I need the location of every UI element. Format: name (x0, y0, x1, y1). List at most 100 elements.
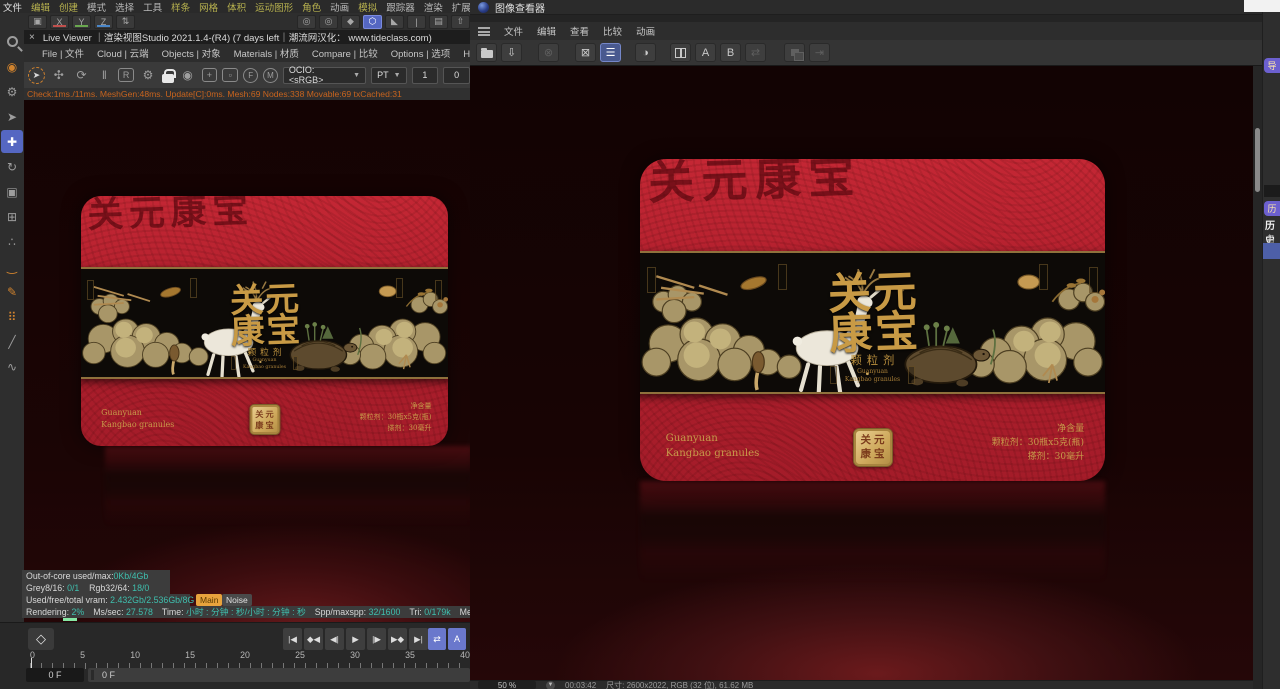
lock-resolution-icon[interactable] (161, 68, 176, 83)
zoom-tool-icon[interactable] (1, 30, 23, 53)
ocio-dropdown[interactable]: OCIO:<sRGB> ▼ (282, 65, 367, 85)
zoom-dropdown-icon[interactable]: ▼ (546, 680, 555, 689)
clear-cache-icon[interactable]: ⊠ (575, 43, 596, 62)
menu-character[interactable]: 角色 (302, 0, 321, 14)
coord-lock-icon[interactable]: ⇅ (116, 14, 135, 29)
hamburger-icon[interactable] (478, 26, 490, 36)
timeline-ruler[interactable]: 0 5 10 15 20 25 30 35 40 (30, 650, 470, 660)
menu-edit[interactable]: 编辑 (31, 0, 50, 14)
transform-tool-icon[interactable]: ⊞ (1, 205, 23, 228)
pick-focus-icon[interactable]: ➤ (28, 66, 45, 84)
filter-contrast-icon[interactable]: ◑ (635, 43, 656, 62)
pause-render-icon[interactable]: ‖ (95, 66, 113, 84)
set-a-button[interactable]: A (695, 43, 716, 62)
loop-mode-button[interactable]: ⇄ (428, 628, 446, 650)
move-tool-icon[interactable]: ✚ (1, 130, 23, 153)
close-icon[interactable]: × (29, 32, 35, 43)
scrollbar-handle[interactable] (1255, 128, 1260, 192)
kernel-dropdown[interactable]: PT ▼ (371, 66, 407, 84)
upload-icon[interactable]: ⇧ (451, 14, 470, 29)
axis-x-lock-button[interactable]: X (50, 14, 69, 29)
film-settings-icon[interactable]: F (243, 67, 259, 83)
menu-mode[interactable]: 模式 (87, 0, 106, 14)
aperture-icon[interactable]: ✣ (50, 66, 68, 84)
zoom-level-field[interactable]: 50 % (478, 681, 536, 689)
tab-navigation[interactable]: 导 (1264, 58, 1280, 73)
menu-animate[interactable]: 动画 (330, 0, 349, 14)
axis-z-lock-button[interactable]: Z (94, 14, 113, 29)
goto-start-button[interactable]: |◀ (283, 628, 302, 650)
preview-range-bar[interactable]: 0 F (88, 668, 470, 682)
restart-render-icon[interactable]: ⟳ (73, 66, 91, 84)
use-gpu-icon[interactable]: ☰ (600, 43, 621, 62)
menu-create[interactable]: 创建 (59, 0, 78, 14)
film-region-icon[interactable]: ▫ (222, 68, 239, 82)
live-viewer-titlebar[interactable]: × Live Viewer ｜渲染视图Studio 2021.1.4-(R4) … (24, 30, 470, 44)
menu-file[interactable]: 文件 (3, 0, 22, 14)
next-key-button[interactable]: ▶◆ (388, 628, 407, 650)
menu-tools[interactable]: 工具 (143, 0, 162, 14)
lv-menu-file[interactable]: File | 文件 (42, 46, 84, 60)
iv-menu-view[interactable]: 查看 (570, 24, 589, 38)
select-arrow-icon[interactable]: ➤ (1, 105, 23, 128)
prev-key-button[interactable]: ◆◀ (304, 628, 323, 650)
field-icon[interactable]: ▤ (429, 14, 448, 29)
iv-menu-file[interactable]: 文件 (504, 24, 523, 38)
menu-mesh[interactable]: 网格 (199, 0, 218, 14)
menu-tracker[interactable]: 跟踪器 (386, 0, 415, 14)
menu-mograph[interactable]: 运动图形 (255, 0, 293, 14)
next-frame-button[interactable]: |▶ (367, 628, 386, 650)
save-image-icon[interactable]: ⇩ (501, 43, 522, 62)
lv-menu-materials[interactable]: Materials | 材质 (234, 46, 299, 60)
pen-tool-icon[interactable]: ◣ (385, 14, 404, 29)
cube-primitive-icon[interactable]: ⬡ (363, 14, 382, 29)
gear-icon[interactable]: ⚙ (1, 80, 23, 103)
cube-dark-icon[interactable]: ◆ (341, 14, 360, 29)
ab-compare-icon[interactable] (670, 43, 691, 62)
menu-simulate[interactable]: 模拟 (358, 0, 377, 14)
lv-menu-compare[interactable]: Compare | 比较 (312, 46, 378, 60)
menu-render[interactable]: 渲染 (424, 0, 443, 14)
iv-menu-compare[interactable]: 比较 (603, 24, 622, 38)
menu-volume[interactable]: 体积 (227, 0, 246, 14)
menu-extensions[interactable]: 扩展 (452, 0, 470, 14)
goto-end-button[interactable]: ▶| (409, 628, 428, 650)
samples-field[interactable]: 1 (411, 66, 439, 84)
knife-tool-icon[interactable]: ╱ (1, 330, 23, 353)
iv-menu-animation[interactable]: 动画 (636, 24, 655, 38)
prev-frame-button[interactable]: ◀| (325, 628, 344, 650)
keyframe-diamond-icon[interactable]: ◇ (28, 628, 54, 650)
panel-input-edge[interactable] (1264, 185, 1280, 197)
autokey-button[interactable]: A (448, 628, 466, 650)
samples-field-2[interactable]: 0 (443, 66, 470, 84)
points-tool-icon[interactable]: ⠿ (1, 305, 23, 328)
spline-pen-icon[interactable]: ✎ (1, 280, 23, 303)
material-picker-icon[interactable]: M (263, 67, 278, 83)
open-file-icon[interactable] (476, 43, 497, 62)
rotate-tool-icon[interactable]: ↻ (1, 155, 23, 178)
axis-y-lock-button[interactable]: Y (72, 14, 91, 29)
noise-pass-button[interactable]: Noise (222, 594, 252, 606)
render-settings-icon[interactable]: ◎ (319, 14, 338, 29)
spline-smooth-icon[interactable]: ‿ (1, 255, 23, 278)
live-select-icon[interactable]: ◉ (1, 55, 23, 78)
lv-menu-options[interactable]: Options | 选项 (391, 46, 451, 60)
main-pass-button[interactable]: Main (196, 594, 223, 606)
scale-tool-icon[interactable]: ▣ (1, 180, 23, 203)
region-focus-icon[interactable]: ◉ (179, 66, 197, 84)
lv-menu-help[interactable]: Help | 帮助 (463, 46, 470, 60)
render-view-icon[interactable]: ◎ (297, 14, 316, 29)
sketch-tool-icon[interactable]: ∿ (1, 355, 23, 378)
settings-gear-icon[interactable]: ⚙ (139, 66, 157, 84)
menu-select[interactable]: 选择 (115, 0, 134, 14)
add-region-icon[interactable]: + (201, 68, 218, 82)
image-viewer-titlebar[interactable]: 图像查看器 (470, 0, 1262, 15)
current-frame-field[interactable]: 0 F (26, 668, 84, 682)
cluster-tool-icon[interactable]: ∴ (1, 230, 23, 253)
reset-icon[interactable]: R (118, 68, 135, 82)
lv-menu-objects[interactable]: Objects | 对象 (162, 46, 221, 60)
iv-menu-edit[interactable]: 编辑 (537, 24, 556, 38)
workplane-icon[interactable]: ▣ (28, 14, 47, 29)
tab-history[interactable]: 历 (1264, 201, 1280, 216)
history-selected-row[interactable] (1263, 243, 1280, 259)
